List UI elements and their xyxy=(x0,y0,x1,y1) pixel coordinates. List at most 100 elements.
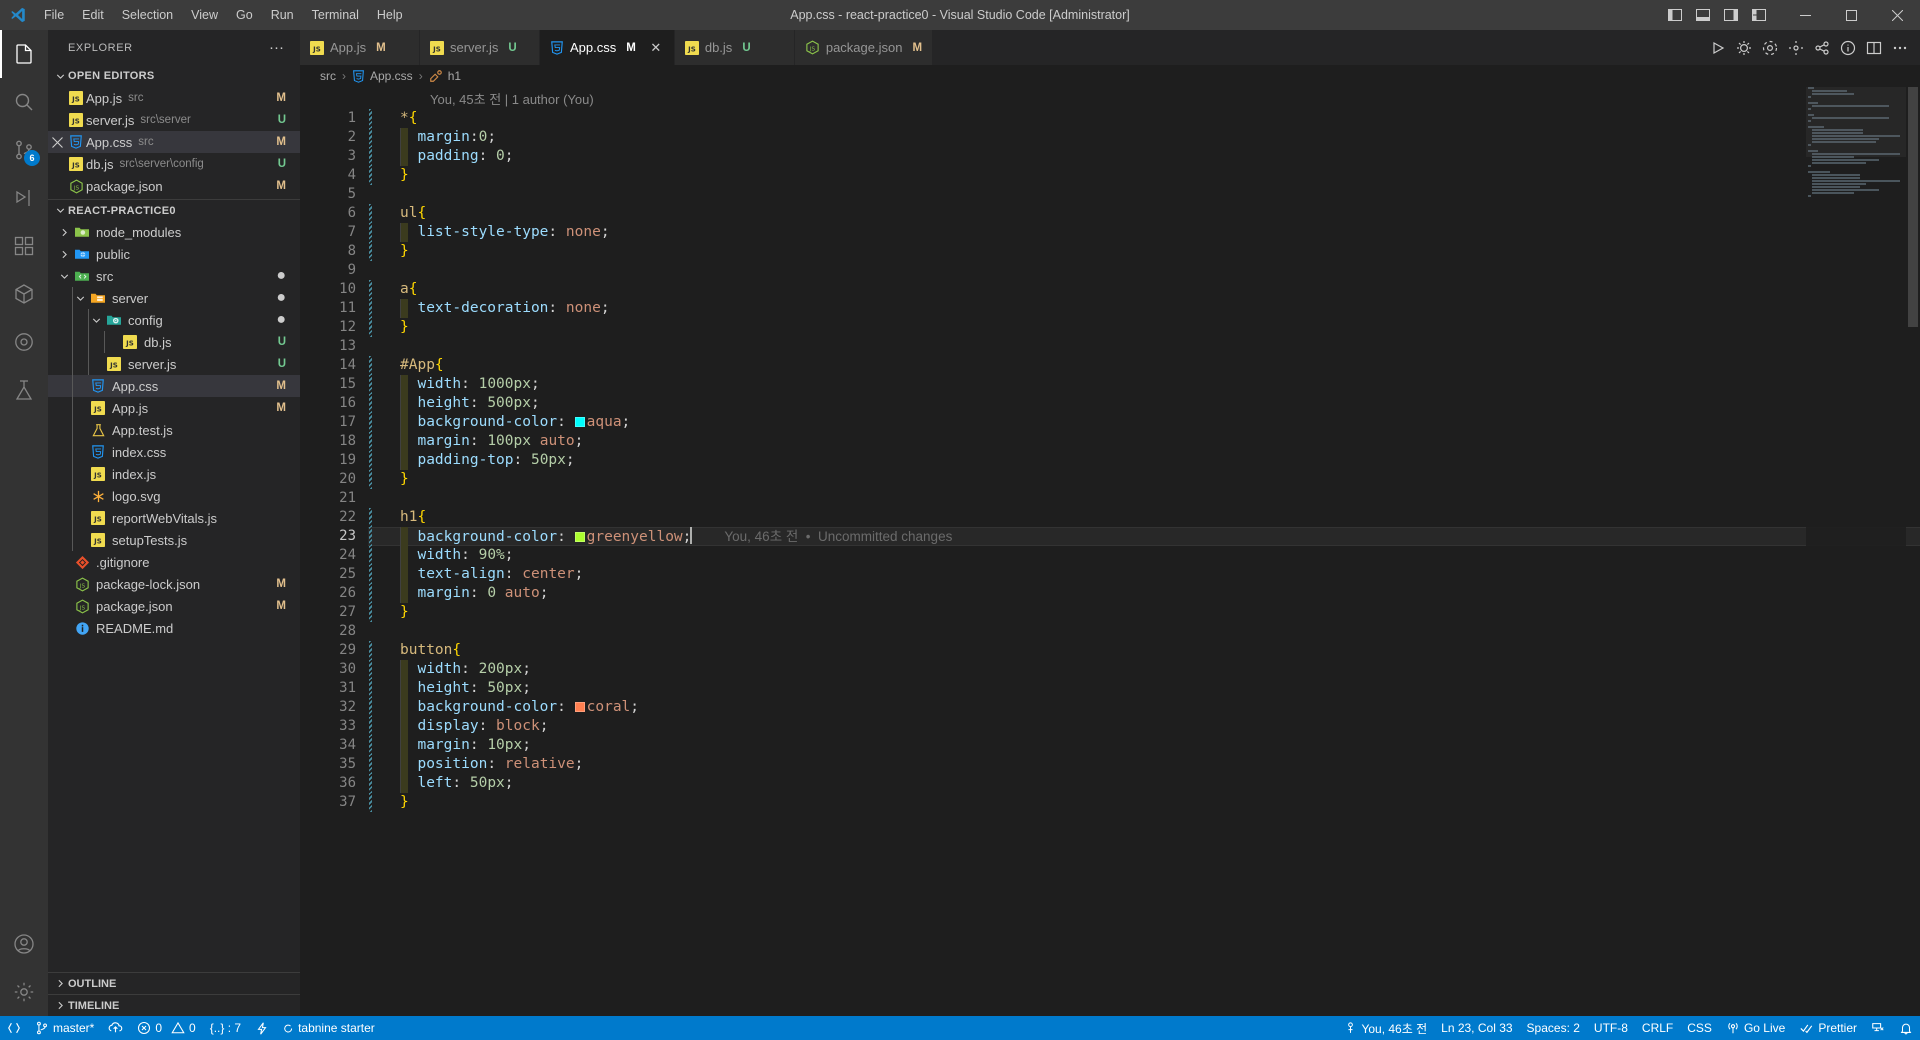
code-line[interactable]: } xyxy=(368,318,1920,337)
code-line[interactable]: background-color: coral; xyxy=(368,698,1920,717)
open-editor-row[interactable]: JS server.js src\server U xyxy=(48,109,300,131)
code-line[interactable]: } xyxy=(368,470,1920,489)
breadcrumb-item-symbol[interactable]: h1 xyxy=(429,69,461,83)
activity-item-remote-explorer[interactable] xyxy=(0,270,48,318)
status-remote-window[interactable] xyxy=(1864,1016,1892,1040)
code-line[interactable]: } xyxy=(368,603,1920,622)
breadcrumb-item-file[interactable]: App.css xyxy=(352,69,413,84)
section-timeline[interactable]: TIMELINE xyxy=(48,994,300,1016)
activity-item-run-and-debug[interactable] xyxy=(0,174,48,222)
menu-bar[interactable]: File Edit Selection View Go Run Terminal… xyxy=(35,0,412,30)
menu-run[interactable]: Run xyxy=(262,0,303,30)
activity-item-explorer[interactable] xyxy=(0,30,48,78)
code-line[interactable] xyxy=(368,261,1920,280)
menu-terminal[interactable]: Terminal xyxy=(303,0,368,30)
section-open-editors[interactable]: OPEN EDITORS xyxy=(48,65,300,87)
ellipsis-icon[interactable] xyxy=(1888,36,1912,60)
activity-item-testing[interactable] xyxy=(0,366,48,414)
tree-file-row[interactable]: JS App.js M xyxy=(48,397,300,419)
activity-item-source-control[interactable]: 6 xyxy=(0,126,48,174)
code-line[interactable]: list-style-type: none; xyxy=(368,223,1920,242)
minimap[interactable] xyxy=(1806,87,1906,1016)
activity-item-docker[interactable] xyxy=(0,318,48,366)
code-line[interactable]: position: relative; xyxy=(368,755,1920,774)
code-line[interactable]: text-align: center; xyxy=(368,565,1920,584)
tree-file-row[interactable]: JS index.js xyxy=(48,463,300,485)
toggle-secondary-sidebar-icon[interactable] xyxy=(1718,4,1744,26)
code-line[interactable]: background-color: aqua; xyxy=(368,413,1920,432)
editor-tab[interactable]: App.css M ✕ xyxy=(540,30,675,65)
status-remote-indicator[interactable] xyxy=(0,1016,28,1040)
code-line[interactable]: width: 1000px; xyxy=(368,375,1920,394)
color-swatch[interactable] xyxy=(574,417,585,427)
status-problems[interactable]: 0 0 xyxy=(130,1016,202,1040)
code-lines[interactable]: *{ margin:0; padding: 0;} ul{ list-style-… xyxy=(368,109,1920,812)
status-json-indent[interactable]: {..} : 7 xyxy=(203,1016,248,1040)
breadcrumb-item-src[interactable]: src xyxy=(320,69,336,83)
code-line[interactable]: #App{ xyxy=(368,356,1920,375)
tree-file-row[interactable]: JS db.js U xyxy=(48,331,300,353)
code-line[interactable]: text-decoration: none; xyxy=(368,299,1920,318)
code-line[interactable]: padding: 0; xyxy=(368,147,1920,166)
editor-scrollbar[interactable] xyxy=(1906,87,1920,1016)
code-line[interactable]: background-color: greenyellow; You, 46초 전… xyxy=(368,527,1920,546)
toggle-panel-icon[interactable] xyxy=(1690,4,1716,26)
code-line[interactable]: height: 500px; xyxy=(368,394,1920,413)
tree-folder-row[interactable]: public xyxy=(48,243,300,265)
activity-item-extensions[interactable] xyxy=(0,222,48,270)
tree-folder-row[interactable]: node_modules xyxy=(48,221,300,243)
status-tabnine-bolt[interactable] xyxy=(248,1016,276,1040)
menu-view[interactable]: View xyxy=(182,0,227,30)
code-line[interactable]: *{ xyxy=(368,109,1920,128)
code-line[interactable]: margin: 10px; xyxy=(368,736,1920,755)
code-line[interactable]: a{ xyxy=(368,280,1920,299)
menu-file[interactable]: File xyxy=(35,0,73,30)
status-encoding[interactable]: UTF-8 xyxy=(1587,1016,1635,1040)
code-line[interactable]: height: 50px; xyxy=(368,679,1920,698)
minimap-slider[interactable] xyxy=(1806,87,1906,157)
status-tabnine-starter[interactable]: tabnine starter xyxy=(276,1016,382,1040)
code-line[interactable]: margin: 100px auto; xyxy=(368,432,1920,451)
menu-edit[interactable]: Edit xyxy=(73,0,113,30)
preview-icon[interactable] xyxy=(1758,36,1782,60)
tree-file-row[interactable]: JS server.js U xyxy=(48,353,300,375)
circle-info-icon[interactable] xyxy=(1836,36,1860,60)
share-icon[interactable] xyxy=(1810,36,1834,60)
code-line[interactable]: left: 50px; xyxy=(368,774,1920,793)
activity-item-manage-settings[interactable] xyxy=(0,968,48,1016)
section-outline[interactable]: OUTLINE xyxy=(48,972,300,994)
split-editor-icon[interactable] xyxy=(1862,36,1886,60)
status-eol[interactable]: CRLF xyxy=(1635,1016,1680,1040)
close-icon[interactable]: ✕ xyxy=(648,40,664,56)
code-line[interactable]: margin: 0 auto; xyxy=(368,584,1920,603)
tree-file-row[interactable]: README.md xyxy=(48,617,300,639)
code-line[interactable] xyxy=(368,185,1920,204)
color-swatch[interactable] xyxy=(574,702,585,712)
status-notifications[interactable] xyxy=(1892,1016,1920,1040)
code-line[interactable] xyxy=(368,337,1920,356)
color-swatch[interactable] xyxy=(574,532,585,542)
code-line[interactable]: margin:0; xyxy=(368,128,1920,147)
code-line[interactable]: padding-top: 50px; xyxy=(368,451,1920,470)
code-line[interactable]: } xyxy=(368,793,1920,812)
code-line[interactable]: display: block; xyxy=(368,717,1920,736)
code-line[interactable]: ul{ xyxy=(368,204,1920,223)
menu-help[interactable]: Help xyxy=(368,0,412,30)
window-minimize-button[interactable] xyxy=(1782,0,1828,30)
code-line[interactable]: width: 200px; xyxy=(368,660,1920,679)
tree-folder-row[interactable]: server ● xyxy=(48,287,300,309)
open-editor-row-active[interactable]: App.css src M xyxy=(48,131,300,153)
code-line[interactable]: } xyxy=(368,166,1920,185)
window-close-button[interactable] xyxy=(1874,0,1920,30)
tree-file-row[interactable]: App.test.js xyxy=(48,419,300,441)
menu-go[interactable]: Go xyxy=(227,0,262,30)
code-line[interactable]: } xyxy=(368,242,1920,261)
activity-item-search[interactable] xyxy=(0,78,48,126)
tree-file-row[interactable]: logo.svg xyxy=(48,485,300,507)
status-language-mode[interactable]: CSS xyxy=(1680,1016,1719,1040)
status-indentation[interactable]: Spaces: 2 xyxy=(1520,1016,1587,1040)
status-sync[interactable] xyxy=(101,1016,130,1040)
code-line[interactable] xyxy=(368,489,1920,508)
code-editor[interactable]: 1 2 3 4 5 6 7 8 9 10 11 12 13 14 15 16 17 18 19 20 21 22 23 24 2… xyxy=(300,87,1920,1016)
tree-file-row[interactable]: .gitignore xyxy=(48,551,300,573)
